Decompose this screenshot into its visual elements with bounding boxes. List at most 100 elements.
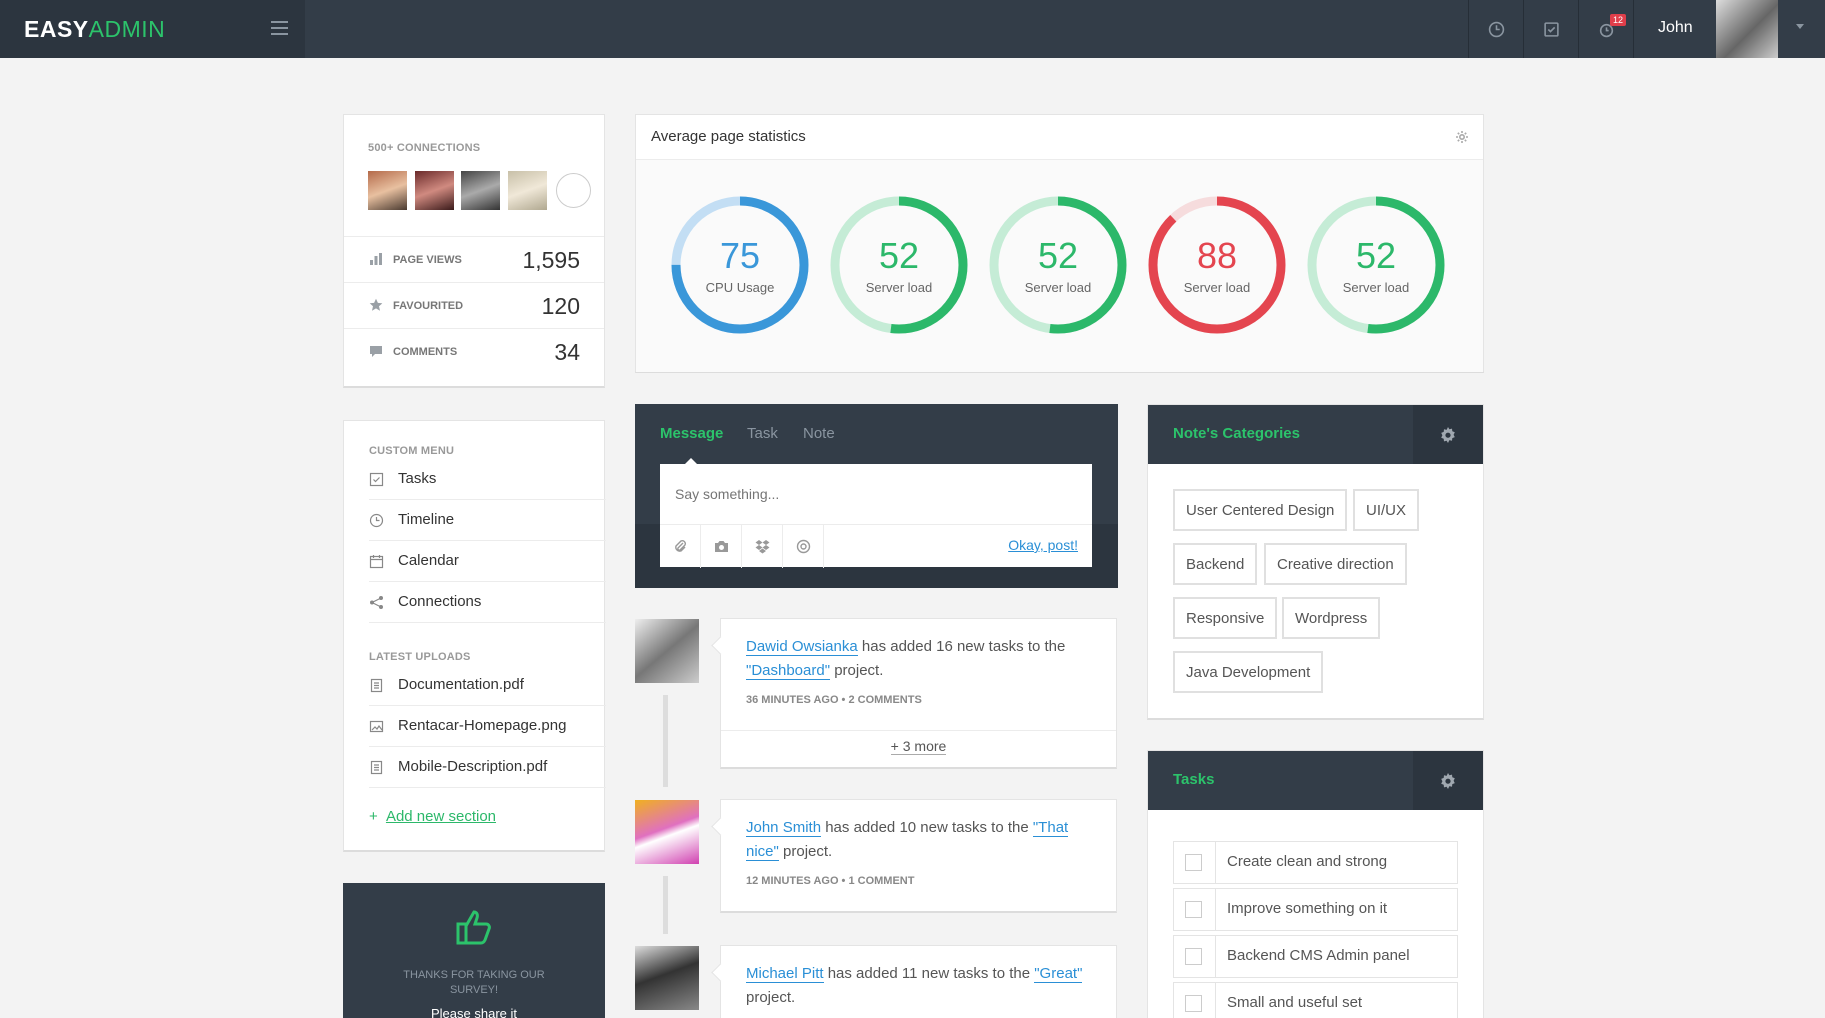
activity-avatar[interactable] bbox=[635, 619, 699, 683]
divider bbox=[1215, 983, 1216, 1018]
emoji-button[interactable] bbox=[783, 525, 824, 568]
tab-note[interactable]: Note bbox=[803, 425, 835, 442]
category-tag[interactable]: Wordpress bbox=[1282, 597, 1381, 639]
task-item: Improve something on it bbox=[1173, 888, 1458, 931]
message-input[interactable] bbox=[660, 464, 1092, 524]
notification-badge: 12 bbox=[1610, 14, 1627, 26]
avatar[interactable] bbox=[461, 171, 500, 210]
clock-icon[interactable] bbox=[1468, 0, 1523, 58]
gauge: 52 Server load bbox=[988, 195, 1128, 335]
connections-card: 500+ CONNECTIONS PAGE VIEWS 1,595 FAVOUR… bbox=[343, 114, 605, 388]
activity-user-link[interactable]: Dawid Owsianka bbox=[746, 638, 858, 656]
add-section-link[interactable]: + Add new section bbox=[369, 808, 496, 825]
activity-project-link[interactable]: "Dashboard" bbox=[746, 662, 831, 680]
survey-text: THANKS FOR TAKING OUR SURVEY! bbox=[343, 968, 605, 998]
activity-item: Dawid Owsianka has added 16 new tasks to… bbox=[720, 618, 1117, 769]
show-more-label: + 3 more bbox=[890, 738, 947, 755]
calendar-icon bbox=[369, 555, 384, 569]
show-more-link[interactable]: + 3 more bbox=[721, 738, 1116, 755]
dropbox-icon bbox=[755, 540, 769, 554]
avatar[interactable] bbox=[415, 171, 454, 210]
bar-chart-icon bbox=[370, 253, 382, 265]
tasks-check-icon[interactable] bbox=[1523, 0, 1578, 58]
post-button[interactable]: Okay, post! bbox=[1008, 537, 1078, 553]
add-connection-button[interactable] bbox=[556, 173, 591, 208]
menu-item-timeline[interactable]: Timeline bbox=[369, 500, 606, 541]
stat-label: FAVOURITED bbox=[393, 300, 464, 312]
tab-message[interactable]: Message bbox=[660, 425, 723, 442]
paperclip-icon bbox=[674, 540, 686, 552]
camera-icon bbox=[714, 541, 728, 552]
task-checkbox[interactable] bbox=[1185, 854, 1202, 871]
task-checkbox[interactable] bbox=[1185, 995, 1202, 1012]
activity-avatar[interactable] bbox=[635, 800, 699, 864]
menu-item-connections[interactable]: Connections bbox=[369, 582, 606, 623]
upload-item[interactable]: Mobile-Description.pdf bbox=[369, 747, 606, 788]
gear-icon[interactable] bbox=[1455, 130, 1469, 144]
menu-card: CUSTOM MENU Tasks Timeline Calendar Conn… bbox=[343, 420, 606, 852]
task-checkbox[interactable] bbox=[1185, 948, 1202, 965]
checkbox-icon bbox=[369, 472, 384, 487]
tasks-settings-button[interactable] bbox=[1413, 751, 1483, 810]
attach-button[interactable] bbox=[660, 525, 701, 568]
activity-text: Dawid Owsianka has added 16 new tasks to… bbox=[746, 635, 1096, 683]
menu-item-tasks[interactable]: Tasks bbox=[369, 459, 606, 500]
activity-avatar[interactable] bbox=[635, 946, 699, 1010]
survey-card: THANKS FOR TAKING OUR SURVEY! Please sha… bbox=[343, 883, 605, 1018]
activity-project-link[interactable]: "Great" bbox=[1034, 965, 1083, 983]
task-item: Small and useful set bbox=[1173, 982, 1458, 1018]
tab-task[interactable]: Task bbox=[747, 425, 778, 442]
activity-user-link[interactable]: Michael Pitt bbox=[746, 965, 824, 983]
chevron-down-icon[interactable] bbox=[1796, 24, 1804, 29]
activity-meta: 36 MINUTES AGO • 2 COMMENTS bbox=[746, 694, 922, 706]
message-composer: Message Task Note Okay, post! bbox=[635, 404, 1118, 588]
activity-user-link[interactable]: John Smith bbox=[746, 819, 822, 837]
user-avatar[interactable] bbox=[1716, 0, 1778, 58]
activity-text: Michael Pitt has added 11 new tasks to t… bbox=[746, 962, 1096, 1010]
task-checkbox[interactable] bbox=[1185, 901, 1202, 918]
notes-settings-button[interactable] bbox=[1413, 405, 1483, 464]
category-tag[interactable]: UI/UX bbox=[1353, 489, 1420, 531]
user-name[interactable]: John bbox=[1658, 19, 1693, 37]
stat-value: 1,595 bbox=[522, 247, 580, 273]
gauge-label: CPU Usage bbox=[705, 280, 775, 295]
divider bbox=[721, 730, 1116, 731]
camera-button[interactable] bbox=[701, 525, 742, 568]
notes-title: Note's Categories bbox=[1173, 425, 1300, 442]
category-tag[interactable]: Creative direction bbox=[1264, 543, 1407, 585]
notes-categories-card: Note's Categories User Centered Design U… bbox=[1147, 404, 1484, 720]
activity-item: John Smith has added 10 new tasks to the… bbox=[720, 799, 1117, 913]
menu-toggle-icon[interactable] bbox=[271, 21, 288, 35]
gauge-value: 52 bbox=[1355, 235, 1397, 276]
menu-item-label: Calendar bbox=[398, 552, 459, 569]
tasks-header: Tasks bbox=[1148, 751, 1483, 810]
document-icon bbox=[370, 678, 383, 693]
upload-item[interactable]: Rentacar-Homepage.png bbox=[369, 706, 606, 747]
category-tag[interactable]: Java Development bbox=[1173, 651, 1324, 693]
tasks-card: Tasks Create clean and strong Improve so… bbox=[1147, 750, 1484, 1018]
composer-toolbar: Okay, post! bbox=[660, 524, 1092, 568]
upload-item-label: Rentacar-Homepage.png bbox=[398, 717, 567, 734]
task-label: Small and useful set bbox=[1227, 994, 1363, 1011]
activity-text-part: has added 11 new tasks to the bbox=[823, 965, 1035, 982]
activity-text-part: project. bbox=[778, 843, 833, 860]
menu-item-label: Connections bbox=[398, 593, 482, 610]
stat-comments: COMMENTS 34 bbox=[344, 328, 604, 374]
menu-item-calendar[interactable]: Calendar bbox=[369, 541, 606, 582]
upload-item[interactable]: Documentation.pdf bbox=[369, 665, 606, 706]
avatar[interactable] bbox=[368, 171, 407, 210]
activity-text-part: has added 16 new tasks to the bbox=[857, 638, 1066, 655]
divider bbox=[1215, 842, 1216, 883]
survey-share-link[interactable]: Please share it bbox=[343, 1006, 605, 1018]
divider bbox=[1215, 936, 1216, 977]
logo[interactable]: EASYADMIN bbox=[24, 16, 165, 43]
custom-menu-label: CUSTOM MENU bbox=[369, 445, 455, 457]
category-tag[interactable]: Backend bbox=[1173, 543, 1258, 585]
notifications-icon[interactable] bbox=[1578, 0, 1633, 58]
dropbox-button[interactable] bbox=[742, 525, 783, 568]
gauge: 52 Server load bbox=[1306, 195, 1446, 335]
avatar[interactable] bbox=[508, 171, 547, 210]
tasks-title: Tasks bbox=[1173, 771, 1215, 788]
category-tag[interactable]: Responsive bbox=[1173, 597, 1278, 639]
category-tag[interactable]: User Centered Design bbox=[1173, 489, 1348, 531]
